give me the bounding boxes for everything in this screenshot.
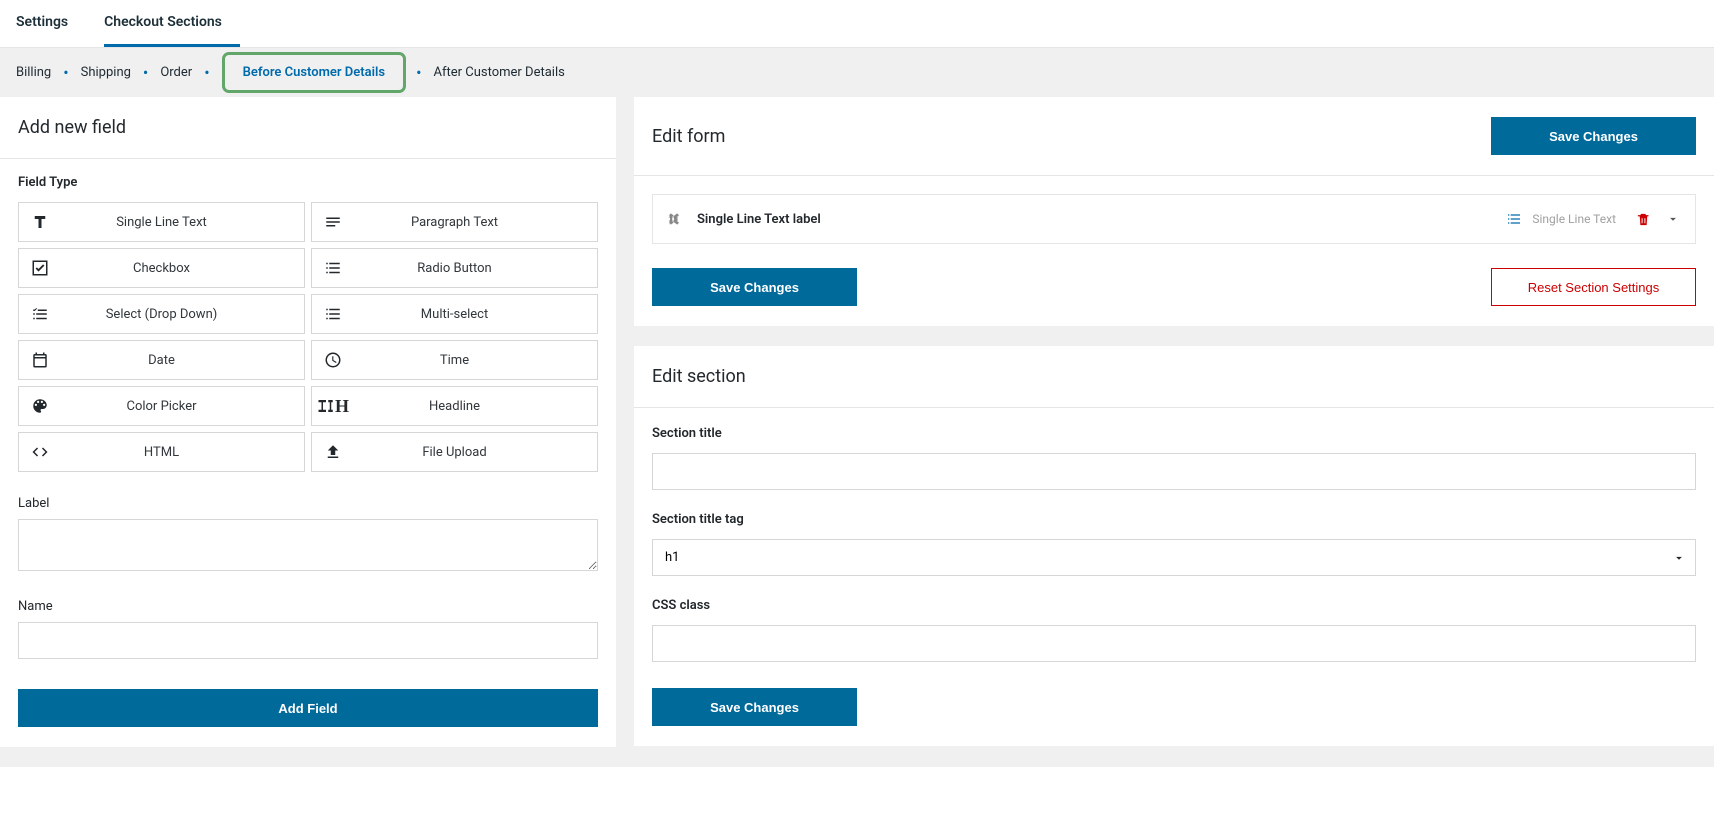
type-label: Headline (354, 399, 597, 414)
sub-tabs: Billing • Shipping • Order • Before Cust… (0, 48, 1714, 97)
field-type-list-icon (1506, 211, 1522, 227)
type-html[interactable]: HTML (18, 432, 305, 472)
type-paragraph-text[interactable]: Paragraph Text (311, 202, 598, 242)
section-title-label: Section title (652, 426, 1696, 441)
multiselect-icon (312, 305, 354, 323)
edit-form-title: Edit form (652, 126, 725, 147)
delete-icon[interactable] (1636, 212, 1651, 227)
type-color-picker[interactable]: Color Picker (18, 386, 305, 426)
radio-icon (312, 259, 354, 277)
type-label: Paragraph Text (354, 215, 597, 230)
sub-tab-before-customer-details[interactable]: Before Customer Details (222, 52, 406, 93)
type-label: Time (354, 353, 597, 368)
type-checkbox[interactable]: Checkbox (18, 248, 305, 288)
type-label: Multi-select (354, 307, 597, 322)
field-type-grid: Single Line Text Paragraph Text Checkbox (18, 202, 598, 472)
select-icon (19, 305, 61, 323)
clock-icon (312, 351, 354, 369)
code-icon (19, 443, 61, 461)
label-input[interactable] (18, 519, 598, 571)
sub-tab-after-customer-details[interactable]: After Customer Details (433, 65, 564, 80)
type-multiselect[interactable]: Multi-select (311, 294, 598, 334)
type-label: File Upload (354, 445, 597, 460)
type-label: Select (Drop Down) (61, 307, 304, 322)
section-title-input[interactable] (652, 453, 1696, 490)
reset-section-settings-button[interactable]: Reset Section Settings (1491, 268, 1696, 306)
add-new-field-panel: Add new field Field Type Single Line Tex… (0, 97, 616, 747)
separator-icon: • (204, 65, 209, 81)
tab-settings[interactable]: Settings (16, 0, 86, 47)
field-row-label: Single Line Text label (697, 212, 1506, 227)
separator-icon: • (416, 65, 421, 81)
checkbox-icon (19, 259, 61, 277)
css-class-input[interactable] (652, 625, 1696, 662)
upload-icon (312, 443, 354, 461)
drag-handle-icon[interactable] (667, 211, 681, 227)
calendar-icon (19, 351, 61, 369)
top-tabs: Settings Checkout Sections (0, 0, 1714, 48)
paragraph-icon (312, 213, 354, 231)
section-title-tag-label: Section title tag (652, 512, 1696, 527)
right-column: Edit form Save Changes Single Line Text … (634, 97, 1714, 747)
sub-tab-shipping[interactable]: Shipping (81, 65, 131, 80)
type-select[interactable]: Select (Drop Down) (18, 294, 305, 334)
sub-tab-billing[interactable]: Billing (16, 65, 51, 80)
save-changes-button-section[interactable]: Save Changes (652, 688, 857, 726)
edit-section-panel: Edit section Section title Section title… (634, 346, 1714, 746)
separator-icon: • (63, 65, 68, 81)
field-row-type: Single Line Text (1532, 212, 1616, 226)
type-file-upload[interactable]: File Upload (311, 432, 598, 472)
headline-icon: H (312, 396, 354, 417)
type-time[interactable]: Time (311, 340, 598, 380)
save-changes-button-top[interactable]: Save Changes (1491, 117, 1696, 155)
palette-icon (19, 397, 61, 415)
type-label: HTML (61, 445, 304, 460)
type-single-line-text[interactable]: Single Line Text (18, 202, 305, 242)
label-field-label: Label (18, 496, 598, 511)
type-label: Checkbox (61, 261, 304, 276)
name-field-label: Name (18, 599, 598, 614)
text-icon (19, 213, 61, 231)
type-headline[interactable]: H Headline (311, 386, 598, 426)
separator-icon: • (143, 65, 148, 81)
type-label: Single Line Text (61, 215, 304, 230)
tab-checkout-sections[interactable]: Checkout Sections (104, 0, 240, 47)
type-radio-button[interactable]: Radio Button (311, 248, 598, 288)
sub-tab-order[interactable]: Order (160, 65, 192, 80)
field-type-label: Field Type (18, 175, 598, 190)
add-new-field-title: Add new field (0, 97, 616, 159)
edit-form-header: Edit form Save Changes (634, 97, 1714, 176)
type-label: Radio Button (354, 261, 597, 276)
type-label: Date (61, 353, 304, 368)
field-row: Single Line Text label Single Line Text (652, 194, 1696, 244)
edit-section-title: Edit section (634, 346, 1714, 408)
type-label: Color Picker (61, 399, 304, 414)
section-title-tag-select[interactable]: h1 (652, 539, 1696, 576)
add-field-button[interactable]: Add Field (18, 689, 598, 727)
name-input[interactable] (18, 622, 598, 659)
edit-form-panel: Edit form Save Changes Single Line Text … (634, 97, 1714, 326)
css-class-label: CSS class (652, 598, 1696, 613)
type-date[interactable]: Date (18, 340, 305, 380)
expand-icon[interactable] (1665, 212, 1681, 226)
save-changes-button-bottom[interactable]: Save Changes (652, 268, 857, 306)
